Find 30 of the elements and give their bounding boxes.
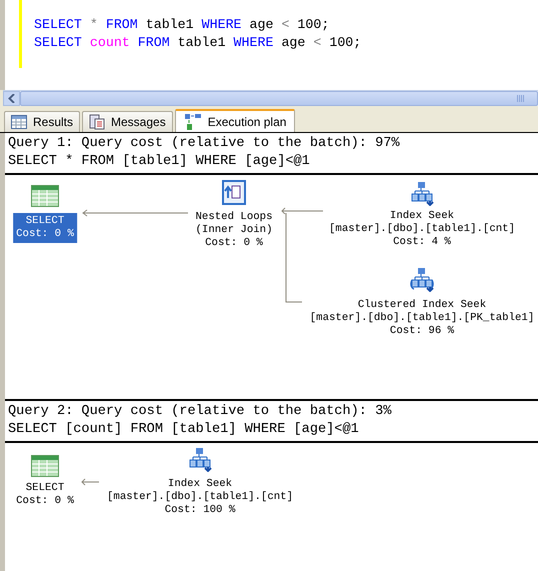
query-statement: SELECT [count] FROM [table1] WHERE [age]<@1: [8, 421, 359, 439]
document-icon: [89, 114, 106, 130]
tab[interactable]: Messages: [82, 111, 173, 132]
operator-label[interactable]: SELECT Cost: 0 %: [13, 213, 77, 243]
clustered-index-icon: [409, 267, 435, 292]
operator-label[interactable]: Nested Loops (Inner Join) Cost: 0 %: [192, 210, 276, 251]
plan-icon: [184, 112, 202, 130]
code-line: SELECT * FROM table1 WHERE age < 100;: [34, 16, 330, 34]
connector-arrow: [81, 478, 100, 486]
code-line: SELECT count FROM table1 WHERE age < 100;: [34, 34, 362, 52]
loop-icon: [222, 180, 246, 205]
operator-label[interactable]: SELECT Cost: 0 %: [13, 481, 77, 509]
result-grid-icon: [31, 455, 59, 477]
tab[interactable]: Execution plan: [174, 109, 296, 132]
tab[interactable]: Results: [4, 111, 80, 132]
result-grid-icon: [31, 185, 59, 207]
connector-arrow: [281, 208, 324, 214]
query-statement: SELECT * FROM [table1] WHERE [age]<@1: [8, 153, 310, 171]
grid-icon: [11, 115, 27, 129]
query-cost-header: Query 1: Query cost (relative to the batch): 97%: [8, 135, 400, 153]
operator-label[interactable]: Index Seek [master].[dbo].[table1].[cnt] Cost: 100 %: [104, 477, 296, 518]
query-cost-header: Query 2: Query cost (relative to the batch): 3%: [8, 403, 392, 421]
operator-label[interactable]: Clustered Index Seek [master].[dbo].[table1].[PK_table1] Cost: 96 %: [306, 298, 538, 339]
operator-label[interactable]: Index Seek [master].[dbo].[table1].[cnt] Cost: 4 %: [326, 209, 518, 250]
index-tree-icon: [187, 447, 213, 472]
grip-icon: [517, 94, 525, 102]
scroll-left-button[interactable]: [3, 90, 20, 106]
change-marker: [19, 0, 22, 68]
index-tree-icon: [409, 181, 435, 206]
chevron-left-icon: [8, 94, 16, 103]
